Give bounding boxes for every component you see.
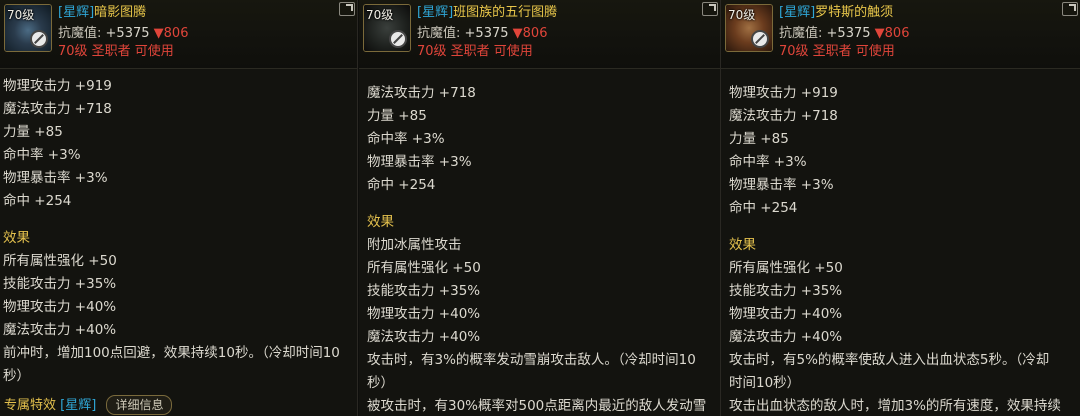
special-effect-row: 专属特效 [星辉] 详细信息 — [4, 394, 173, 415]
effect-line: 物理攻击力 +40% — [367, 306, 481, 322]
unusable-icon — [389, 30, 407, 48]
effect-line: 物理攻击力 +40% — [3, 299, 117, 315]
special-effect-rarity: [星辉] — [60, 398, 97, 413]
effect-title: 效果 — [729, 237, 756, 253]
detail-info-button[interactable]: 详细信息 — [106, 395, 173, 415]
stat-line: 命中率 +3% — [729, 154, 807, 170]
resistance-row: 抗魔值: +5375 ▼806 — [417, 22, 547, 41]
item-name-row: [星辉]罗特斯的触须 — [779, 1, 893, 20]
item-name: 暗影图腾 — [94, 5, 147, 20]
share-icon[interactable] — [339, 2, 355, 16]
item-rarity: [星辉] — [779, 5, 816, 20]
effect-line: 被攻击时，有30%概率对500点距离内最近的敌人发动雪 — [367, 398, 707, 414]
effect-line: 附加冰属性攻击 — [367, 237, 462, 253]
tooltip-body: 物理攻击力 +919 魔法攻击力 +718 力量 +85 命中率 +3% 物理暴… — [0, 75, 357, 388]
resistance-label: 抗魔值: — [779, 26, 823, 41]
effect-line: 攻击出血状态的敌人时，增加3%的所有速度，效果持续 — [729, 398, 1061, 414]
item-tooltip-panel: 70级 [星辉]暗影图腾 抗魔值: +5375 ▼806 70级 圣职者 可使用… — [0, 0, 358, 416]
stat-line: 物理暴击率 +3% — [367, 154, 472, 170]
item-icon[interactable]: 70级 — [725, 4, 773, 52]
item-tooltip-panel: 70级 [星辉]班图族的五行图腾 抗魔值: +5375 ▼806 70级 圣职者… — [359, 0, 721, 416]
effect-line: 秒） — [367, 375, 394, 391]
stat-line: 魔法攻击力 +718 — [3, 101, 112, 117]
effect-line: 所有属性强化 +50 — [367, 260, 481, 276]
unusable-icon — [751, 30, 769, 48]
effect-line: 前冲时，增加100点回避，效果持续10秒。（冷却时间10 — [3, 345, 340, 361]
resistance-label: 抗魔值: — [58, 26, 102, 41]
resistance-value: +5375 — [464, 26, 509, 41]
effect-line: 魔法攻击力 +40% — [3, 322, 117, 338]
stat-line: 魔法攻击力 +718 — [367, 85, 476, 101]
effect-line: 魔法攻击力 +40% — [367, 329, 481, 345]
stat-line: 物理暴击率 +3% — [729, 177, 834, 193]
stat-line: 物理暴击率 +3% — [3, 170, 108, 186]
item-name-row: [星辉]班图族的五行图腾 — [417, 1, 557, 20]
effect-title: 效果 — [3, 230, 30, 246]
effect-line: 秒） — [3, 368, 30, 384]
effect-line: 物理攻击力 +40% — [729, 306, 843, 322]
effect-line: 技能攻击力 +35% — [3, 276, 117, 292]
effect-line: 时间10秒） — [729, 375, 801, 391]
tooltip-body: 魔法攻击力 +718 力量 +85 命中率 +3% 物理暴击率 +3% 命中 +… — [359, 82, 720, 416]
stat-line: 物理攻击力 +919 — [729, 85, 838, 101]
resistance-value: +5375 — [826, 26, 871, 41]
item-rarity: [星辉] — [417, 5, 454, 20]
stat-line: 命中率 +3% — [367, 131, 445, 147]
stat-line: 命中 +254 — [729, 200, 798, 216]
item-name-row: [星辉]暗影图腾 — [58, 1, 146, 20]
item-level: 70级 — [366, 8, 394, 22]
unusable-icon — [30, 30, 48, 48]
requirement-text: 70级 圣职者 可使用 — [779, 44, 895, 59]
stat-line: 力量 +85 — [729, 131, 789, 147]
effect-line: 所有属性强化 +50 — [729, 260, 843, 276]
resistance-diff: ▼806 — [512, 26, 548, 41]
stat-line: 命中率 +3% — [3, 147, 81, 163]
item-level: 70级 — [728, 8, 756, 22]
resistance-diff: ▼806 — [874, 26, 910, 41]
resistance-diff: ▼806 — [153, 26, 189, 41]
effect-title: 效果 — [367, 214, 394, 230]
resistance-value: +5375 — [105, 26, 150, 41]
tooltip-header: 70级 [星辉]班图族的五行图腾 抗魔值: +5375 ▼806 70级 圣职者… — [359, 0, 720, 69]
effect-line: 魔法攻击力 +40% — [729, 329, 843, 345]
resistance-label: 抗魔值: — [417, 26, 461, 41]
effect-line: 技能攻击力 +35% — [367, 283, 481, 299]
tooltip-comparison: 70级 [星辉]暗影图腾 抗魔值: +5375 ▼806 70级 圣职者 可使用… — [0, 0, 1080, 416]
tooltip-header: 70级 [星辉]罗特斯的触须 抗魔值: +5375 ▼806 70级 圣职者 可… — [721, 0, 1080, 69]
item-name: 罗特斯的触须 — [815, 5, 894, 20]
tooltip-body: 物理攻击力 +919 魔法攻击力 +718 力量 +85 命中率 +3% 物理暴… — [721, 82, 1080, 416]
requirement-text: 70级 圣职者 可使用 — [417, 44, 533, 59]
item-icon[interactable]: 70级 — [4, 4, 52, 52]
special-effect-title: 专属特效 — [4, 398, 57, 413]
resistance-row: 抗魔值: +5375 ▼806 — [58, 22, 188, 41]
stat-line: 力量 +85 — [367, 108, 427, 124]
effect-line: 技能攻击力 +35% — [729, 283, 843, 299]
effect-line: 攻击时，有5%的概率使敌人进入出血状态5秒。（冷却 — [729, 352, 1050, 368]
item-tooltip-panel: 70级 [星辉]罗特斯的触须 抗魔值: +5375 ▼806 70级 圣职者 可… — [721, 0, 1080, 416]
stat-line: 物理攻击力 +919 — [3, 78, 112, 94]
item-name: 班图族的五行图腾 — [453, 5, 558, 20]
requirement-text: 70级 圣职者 可使用 — [58, 44, 174, 59]
effect-line: 所有属性强化 +50 — [3, 253, 117, 269]
stat-line: 魔法攻击力 +718 — [729, 108, 838, 124]
stat-line: 命中 +254 — [367, 177, 436, 193]
resistance-row: 抗魔值: +5375 ▼806 — [779, 22, 909, 41]
tooltip-header: 70级 [星辉]暗影图腾 抗魔值: +5375 ▼806 70级 圣职者 可使用 — [0, 0, 357, 69]
effect-line: 攻击时，有3%的概率发动雪崩攻击敌人。（冷却时间10 — [367, 352, 696, 368]
item-level: 70级 — [7, 8, 35, 22]
stat-line: 命中 +254 — [3, 193, 72, 209]
item-rarity: [星辉] — [58, 5, 95, 20]
item-icon[interactable]: 70级 — [363, 4, 411, 52]
share-icon[interactable] — [702, 2, 718, 16]
stat-line: 力量 +85 — [3, 124, 63, 140]
share-icon[interactable] — [1062, 2, 1078, 16]
